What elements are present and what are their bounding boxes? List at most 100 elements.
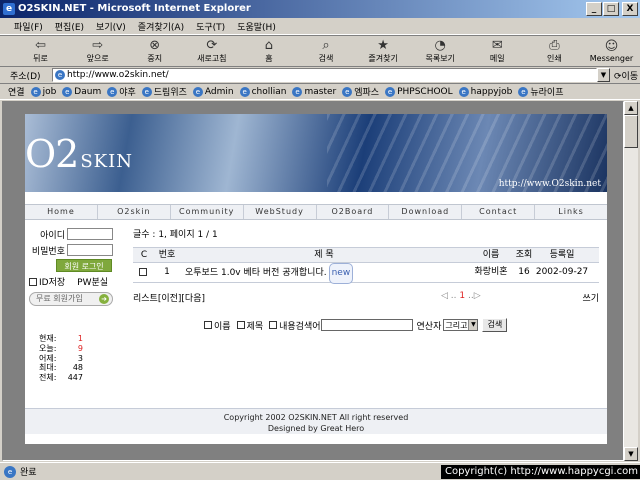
messenger-button[interactable]: ☺ Messenger [583, 39, 640, 63]
row-title-link[interactable]: 오투보드 1.0v 베타 버전 공개합니다. [185, 268, 327, 278]
print-icon: ⎙ [549, 37, 560, 53]
link-admin[interactable]: e Admin [192, 86, 234, 97]
close-button[interactable]: X [622, 2, 638, 16]
nav-download[interactable]: Download [388, 205, 461, 219]
link-chollian[interactable]: e chollian [239, 86, 287, 97]
write-button[interactable]: 쓰기 [582, 291, 599, 304]
nav-o2skin[interactable]: O2skin [96, 205, 170, 219]
search-name-checkbox[interactable] [204, 321, 212, 329]
home-icon: ⌂ [264, 37, 274, 53]
nav-o2board[interactable]: O2Board [315, 205, 389, 219]
go-button[interactable]: ⟳이동 [614, 69, 638, 82]
maximize-button[interactable]: □ [603, 2, 619, 16]
nav-webstudy[interactable]: WebStudy [242, 205, 316, 219]
join-button[interactable]: 무료 회원가입 ➜ [29, 292, 113, 306]
stat-label: 최대: [39, 363, 57, 373]
col-hits: 조회 [515, 250, 533, 260]
print-button[interactable]: ⎙ 인쇄 [526, 38, 583, 64]
logo-o2: O2 [25, 132, 79, 176]
link-page-icon: e [292, 86, 303, 97]
stop-label: 중지 [147, 53, 163, 63]
history-label: 목록보기 [425, 53, 455, 63]
row-checkbox[interactable] [139, 268, 147, 276]
link-label: chollian [251, 86, 287, 97]
col-title: 제 목 [314, 250, 334, 260]
link-label: 드림위즈 [153, 88, 187, 98]
status-page-icon: e [4, 465, 16, 478]
refresh-button[interactable]: ⟳ 새로고침 [183, 38, 240, 64]
nav-home[interactable]: Home [25, 205, 97, 219]
lost-password-link[interactable]: PW분실 [77, 275, 108, 288]
scroll-thumb[interactable] [624, 115, 638, 148]
mail-button[interactable]: ✉ 메일 [469, 38, 526, 64]
search-content-checkbox[interactable] [269, 321, 278, 329]
search-subject-checkbox[interactable] [236, 321, 245, 329]
password-input[interactable] [67, 244, 113, 256]
pager-prev[interactable]: ◁ .. [441, 291, 459, 301]
link-page-icon: e [107, 86, 118, 97]
stat-value: 48 [72, 363, 83, 373]
link-label: 뉴라이프 [530, 88, 564, 98]
scroll-down-button[interactable]: ▼ [624, 447, 638, 461]
site-logo[interactable]: O2 SKIN [25, 132, 133, 176]
minimize-button[interactable]: _ [586, 2, 602, 16]
stop-button[interactable]: ⊗ 중지 [126, 38, 183, 64]
favorites-icon: ★ [377, 37, 389, 53]
link-job[interactable]: e job [30, 86, 57, 97]
link-empas[interactable]: e 엠파스 [342, 85, 379, 98]
link-yahoo[interactable]: e 야후 [107, 85, 136, 98]
link-phpschool[interactable]: e PHPSCHOOL [385, 86, 453, 97]
address-input[interactable]: e http://www.o2skin.net/ [52, 68, 597, 82]
link-dreamwiz[interactable]: e 드림위즈 [141, 85, 187, 98]
pager-next[interactable]: ..▷ [465, 291, 481, 301]
menu-view[interactable]: 보기(V) [90, 20, 132, 33]
link-master[interactable]: e master [292, 86, 336, 97]
nav-contact[interactable]: Contact [461, 205, 534, 219]
search-input[interactable] [320, 319, 413, 331]
row-author[interactable]: 화랑비혼 [469, 263, 513, 282]
menu-favorites[interactable]: 즐겨찾기(A) [132, 20, 190, 33]
list-prev-next-links[interactable]: 리스트[이전][다음] [133, 291, 205, 304]
link-page-icon: e [342, 86, 353, 97]
copyright-overlay: Copyright(c) http://www.happycgi.com [440, 465, 640, 479]
board-search: 이름 제목 내용검색어 연산자 그리고 ▼ 검색 [202, 318, 508, 332]
forward-button[interactable]: ⇨ 앞으로 [69, 38, 126, 64]
nav-links[interactable]: Links [534, 205, 607, 219]
address-dropdown-button[interactable]: ▼ [597, 68, 610, 82]
id-input[interactable] [67, 228, 113, 240]
menu-edit[interactable]: 편집(E) [49, 20, 90, 33]
vertical-scrollbar[interactable]: ▲ ▼ [624, 101, 638, 461]
save-id-checkbox[interactable] [29, 277, 37, 286]
print-label: 인쇄 [547, 53, 562, 63]
link-happyjob[interactable]: e happyjob [458, 86, 512, 97]
operator-select[interactable]: 그리고 ▼ [443, 319, 479, 331]
menu-bar: 파일(F) 편집(E) 보기(V) 즐겨찾기(A) 도구(T) 도움말(H) [0, 18, 640, 35]
menu-tools[interactable]: 도구(T) [190, 20, 231, 33]
stop-icon: ⊗ [149, 37, 161, 53]
login-button[interactable]: 회원 로그인 [56, 259, 112, 272]
favorites-button[interactable]: ★ 즐겨찾기 [355, 38, 412, 64]
search-submit-button[interactable]: 검색 [482, 318, 508, 332]
messenger-icon: ☺ [604, 38, 619, 54]
menu-help[interactable]: 도움말(H) [231, 20, 282, 33]
table-row: 1 오투보드 1.0v 베타 버전 공개합니다. new 화랑비혼 16 2002… [133, 263, 599, 284]
search-button[interactable]: ⌕ 검색 [297, 38, 354, 64]
link-page-icon: e [192, 86, 203, 97]
nav-community[interactable]: Community [169, 205, 243, 219]
messenger-label: Messenger [589, 53, 634, 63]
search-icon: ⌕ [322, 37, 330, 53]
scroll-up-button[interactable]: ▲ [624, 101, 638, 115]
link-newlife[interactable]: e 뉴라이프 [518, 85, 563, 98]
link-page-icon: e [62, 86, 73, 97]
home-button[interactable]: ⌂ 홈 [240, 38, 297, 64]
mail-label: 메일 [489, 53, 505, 63]
link-daum[interactable]: e Daum [62, 86, 101, 97]
favorites-label: 즐겨찾기 [368, 53, 398, 63]
link-label: job [42, 86, 57, 97]
address-value: http://www.o2skin.net/ [67, 70, 169, 80]
menu-file[interactable]: 파일(F) [8, 20, 49, 33]
history-button[interactable]: ◔ 목록보기 [412, 38, 469, 64]
back-button[interactable]: ⇦ 뒤로 [12, 38, 69, 64]
operator-value: 그리고 [445, 320, 468, 330]
link-label: 야후 [119, 88, 136, 98]
